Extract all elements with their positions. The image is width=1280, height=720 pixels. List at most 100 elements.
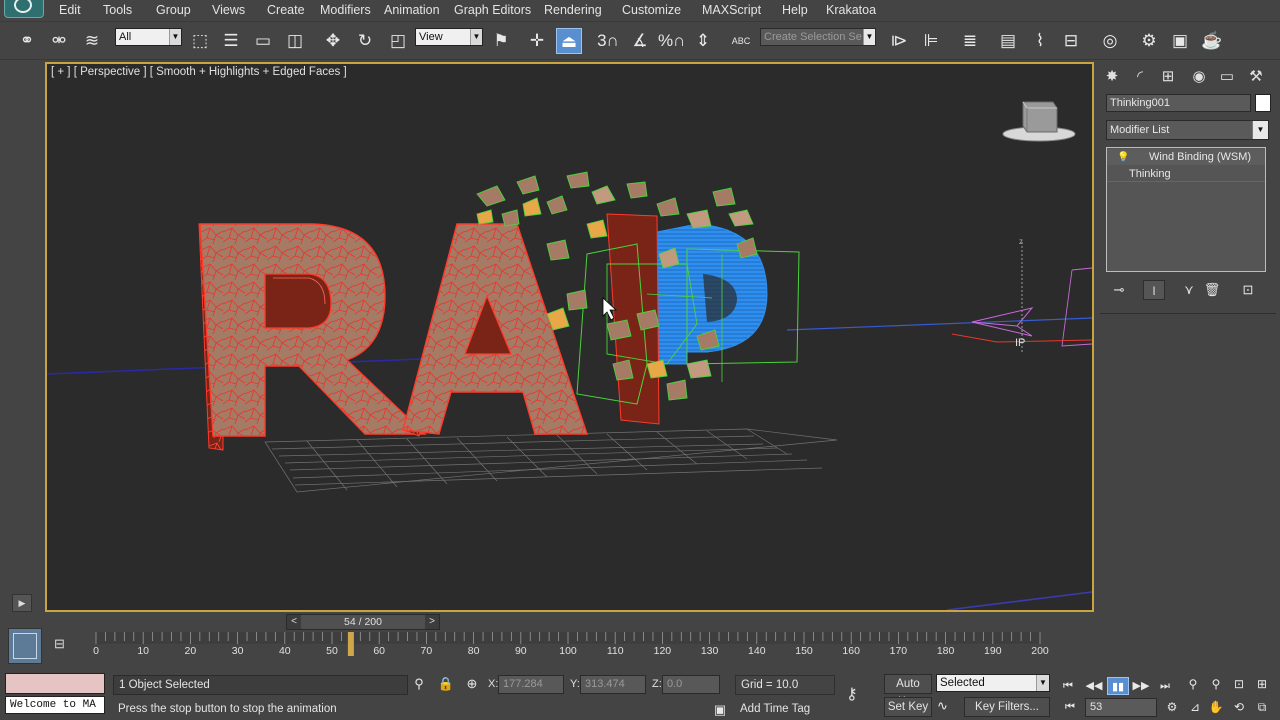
key-mode-toggle-icon[interactable]: ⏮ — [1059, 698, 1081, 716]
menu-customize[interactable]: Customize — [622, 3, 681, 17]
render-icon[interactable]: ☕ — [1199, 28, 1225, 54]
menu-views[interactable]: Views — [212, 3, 245, 17]
spinner-snap-icon[interactable]: ⇕ — [690, 28, 716, 54]
angle-snap-icon[interactable]: ∡ — [627, 28, 653, 54]
auto-key-button[interactable]: Auto Key — [884, 674, 932, 708]
menu-edit[interactable]: Edit — [59, 3, 81, 17]
perspective-viewport[interactable]: [ + ] [ Perspective ] [ Smooth + Highlig… — [45, 62, 1094, 612]
modifier-list-dropdown[interactable]: Modifier List ▼ — [1106, 120, 1269, 140]
zoom-icon[interactable]: ⚲ — [1183, 675, 1203, 693]
menu-graph-editors[interactable]: Graph Editors — [454, 3, 531, 17]
snaps-toggle-icon[interactable]: 3∩ — [595, 28, 621, 54]
maximize-viewport-icon[interactable]: ⧉ — [1252, 698, 1272, 716]
application-button[interactable] — [4, 0, 44, 18]
pin-stack-icon[interactable]: ⊸ — [1108, 280, 1130, 300]
y-coordinate-field[interactable]: 313.474 — [580, 675, 646, 694]
percent-snap-icon[interactable]: %∩ — [658, 28, 685, 54]
time-slider-label[interactable]: 54 / 200 — [301, 615, 425, 629]
menu-help[interactable]: Help — [782, 3, 808, 17]
zoom-extents-icon[interactable]: ⊡ — [1229, 675, 1249, 693]
curve-editor-icon[interactable]: ⌇ — [1027, 28, 1053, 54]
unlink-icon[interactable]: ⚮ — [46, 28, 72, 54]
time-tag-icon[interactable]: ▣ — [711, 701, 729, 719]
pan-view-icon[interactable]: ✋ — [1206, 698, 1226, 716]
remove-modifier-icon[interactable]: 🗑 — [1201, 280, 1223, 300]
current-frame-field[interactable]: 53 — [1085, 698, 1157, 717]
key-filters-button[interactable]: Key Filters... — [964, 697, 1050, 717]
material-editor-icon[interactable]: ◎ — [1097, 28, 1123, 54]
graphite-ribbon-icon[interactable]: ▤ — [995, 28, 1021, 54]
render-setup-icon[interactable]: ⚙ — [1136, 28, 1162, 54]
select-manipulate-icon[interactable]: ✛ — [524, 28, 550, 54]
key-mode-dropdown[interactable]: Selected ▼ — [936, 674, 1050, 692]
menu-rendering[interactable]: Rendering — [544, 3, 602, 17]
stack-item-wind-binding[interactable]: 💡 Wind Binding (WSM) — [1107, 149, 1265, 165]
trackbar-toggle-icon[interactable]: ⊟ — [54, 636, 76, 654]
schematic-view-icon[interactable]: ⊟ — [1058, 28, 1084, 54]
reference-coordinate-dropdown[interactable]: View ▼ — [415, 28, 483, 46]
field-of-view-icon[interactable]: ⊿ — [1185, 698, 1205, 716]
set-key-button[interactable]: Set Key — [884, 697, 932, 717]
modify-tab-icon[interactable]: ◜ — [1128, 65, 1152, 89]
make-unique-icon[interactable]: ⋎ — [1178, 280, 1200, 300]
viewport-layout-play-icon[interactable]: ▶ — [12, 594, 32, 612]
z-coordinate-field[interactable]: 0.0 — [662, 675, 720, 694]
scale-icon[interactable]: ◰ — [385, 28, 411, 54]
mini-curve-editor-button[interactable] — [8, 628, 42, 664]
maxscript-output[interactable]: Welcome to MA — [5, 696, 105, 714]
named-selection-sets-dropdown[interactable]: Create Selection Se ▼ — [760, 28, 876, 46]
display-tab-icon[interactable]: ▭ — [1215, 65, 1239, 89]
next-frame-icon[interactable]: ▶▶ — [1130, 677, 1152, 695]
move-icon[interactable]: ✥ — [320, 28, 346, 54]
object-color-swatch[interactable] — [1255, 94, 1271, 112]
create-tab-icon[interactable]: ✸ — [1100, 65, 1124, 89]
link-icon[interactable]: ⚭ — [14, 28, 40, 54]
light-bulb-icon[interactable]: 💡 — [1117, 150, 1129, 166]
stack-item-thinking[interactable]: Thinking — [1107, 166, 1265, 182]
rendered-frame-icon[interactable]: ▣ — [1167, 28, 1193, 54]
time-slider[interactable]: < 54 / 200 > — [286, 614, 440, 630]
menu-modifiers[interactable]: Modifiers — [320, 3, 371, 17]
absolute-relative-icon[interactable]: ⊕ — [463, 675, 481, 693]
next-frame-button[interactable]: > — [425, 615, 439, 629]
rotate-icon[interactable]: ↻ — [352, 28, 378, 54]
mirror-icon[interactable]: ⧐ — [886, 28, 912, 54]
viewcube[interactable] — [1002, 101, 1076, 142]
stop-play-icon[interactable]: ▮▮ — [1107, 677, 1129, 695]
hierarchy-tab-icon[interactable]: ⊞ — [1156, 65, 1180, 89]
configure-modifier-sets-icon[interactable]: ⊡ — [1237, 280, 1259, 300]
orbit-icon[interactable]: ⟲ — [1229, 698, 1249, 716]
selection-lock-icon[interactable]: 🔒 — [437, 675, 455, 693]
previous-frame-icon[interactable]: ◀◀ — [1083, 677, 1105, 695]
show-end-result-icon[interactable]: ⏽ — [1143, 280, 1165, 300]
use-pivot-icon[interactable]: ⚑ — [488, 28, 514, 54]
menu-tools[interactable]: Tools — [103, 3, 132, 17]
track-bar[interactable]: 0 10 20 30 40 50 60 70 80 90 100 110 120 130 140 150 160… — [92, 632, 1049, 668]
add-time-tag-button[interactable]: Add Time Tag — [735, 699, 835, 719]
keyboard-shortcut-icon[interactable]: ⏏ — [556, 28, 582, 54]
default-tangent-icon[interactable]: ∿ — [937, 698, 959, 716]
zoom-all-icon[interactable]: ⚲ — [1206, 675, 1226, 693]
isolate-selection-icon[interactable]: ⚲ — [410, 675, 428, 693]
rect-region-icon[interactable]: ▭ — [250, 28, 276, 54]
set-keys-icon[interactable]: ⚷ — [846, 684, 872, 703]
go-to-end-icon[interactable]: ⏭ — [1154, 677, 1176, 695]
window-crossing-icon[interactable]: ◫ — [282, 28, 308, 54]
edit-named-sets-icon[interactable]: ABC — [728, 28, 754, 54]
bind-space-warp-icon[interactable]: ≋ — [79, 28, 105, 54]
select-by-name-icon[interactable]: ☰ — [218, 28, 244, 54]
motion-tab-icon[interactable]: ◉ — [1187, 65, 1211, 89]
menu-group[interactable]: Group — [156, 3, 191, 17]
selection-filter-dropdown[interactable]: All ▼ — [115, 28, 182, 46]
align-icon[interactable]: ⊫ — [918, 28, 944, 54]
viewport-label[interactable]: [ + ] [ Perspective ] [ Smooth + Highlig… — [51, 66, 347, 78]
menu-animation[interactable]: Animation — [384, 3, 440, 17]
time-configuration-icon[interactable]: ⚙ — [1162, 698, 1182, 716]
zoom-extents-all-icon[interactable]: ⊞ — [1252, 675, 1272, 693]
menu-create[interactable]: Create — [267, 3, 305, 17]
object-name-field[interactable]: Thinking001 — [1106, 94, 1251, 112]
x-coordinate-field[interactable]: 177.284 — [498, 675, 564, 694]
select-object-icon[interactable]: ⬚ — [187, 28, 213, 54]
prev-frame-button[interactable]: < — [287, 615, 301, 629]
menu-krakatoa[interactable]: Krakatoa — [826, 3, 876, 17]
